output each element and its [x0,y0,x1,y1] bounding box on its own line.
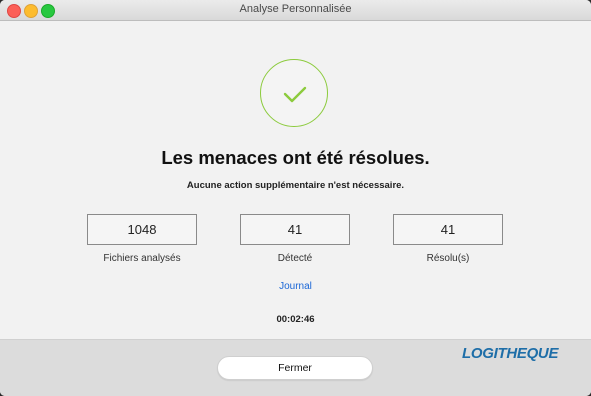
resolved-label: Résolu(s) [426,253,470,264]
result-panel: Les menaces ont été résolues. Aucune act… [0,21,591,339]
close-button[interactable]: Fermer [217,356,373,380]
journal-link[interactable]: Journal [0,281,591,292]
scan-result-window: Analyse Personnalisée Les menaces ont ét… [0,0,591,396]
detected-label: Détecté [277,253,313,264]
title-bar: Analyse Personnalisée [0,0,591,21]
files-scanned-label: Fichiers analysés [103,253,181,264]
window-title: Analyse Personnalisée [239,3,352,15]
elapsed-time: 00:02:46 [276,314,315,325]
resolved-value: 41 [393,214,503,245]
detected-value: 41 [240,214,350,245]
logitheque-watermark-logo: LOGITHEQUE [462,345,559,362]
result-subline: Aucune action supplémentaire n'est néces… [186,180,405,191]
result-headline: Les menaces ont été résolues. [161,147,430,168]
footer-bar: Fermer LOGITHEQUE [0,339,591,396]
files-scanned-value: 1048 [87,214,197,245]
success-check-icon [260,59,328,127]
